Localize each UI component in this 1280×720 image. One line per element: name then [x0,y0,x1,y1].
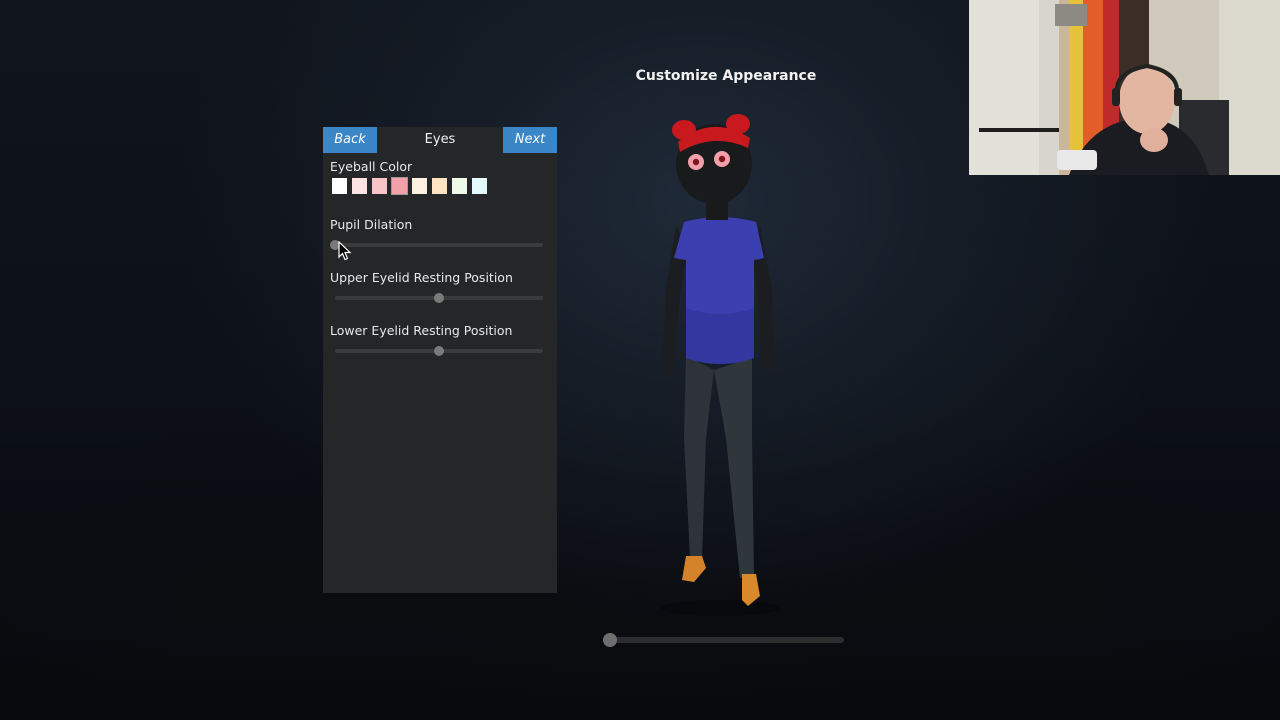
slider-track [603,637,844,643]
upper-eyelid-label: Upper Eyelid Resting Position [330,270,513,285]
eyeball-color-swatch[interactable] [452,178,467,194]
character-model [660,114,780,616]
back-button[interactable]: Back [323,127,377,153]
streamer-webcam-overlay [969,0,1280,175]
lower-eyelid-slider[interactable] [335,346,543,356]
eyeball-color-swatch[interactable] [391,177,408,195]
panel-header: Back Eyes Next [323,127,557,153]
eyeball-color-swatch[interactable] [332,178,347,194]
eyeball-color-swatch[interactable] [412,178,427,194]
eyeball-color-swatch[interactable] [372,178,387,194]
next-button[interactable]: Next [503,127,557,153]
slider-knob[interactable] [434,293,444,303]
eyeball-color-label: Eyeball Color [330,159,413,174]
upper-eyelid-slider[interactable] [335,293,543,303]
character-rotation-slider[interactable] [603,633,844,647]
slider-knob[interactable] [434,346,444,356]
eyeball-color-swatch[interactable] [472,178,487,194]
panel-title: Eyes [424,132,456,147]
slider-knob[interactable] [603,633,618,647]
mouse-pointer-icon [338,241,352,261]
eyeball-color-swatch[interactable] [432,178,447,194]
pupil-dilation-slider[interactable] [330,240,543,250]
eyes-customization-panel: Back Eyes Next Eyeball Color Pupil Dilat… [323,127,557,593]
slider-track [335,243,543,247]
pupil-dilation-label: Pupil Dilation [330,217,413,232]
eyeball-color-swatch[interactable] [352,178,367,194]
screen-title: Customize Appearance [635,68,817,84]
lower-eyelid-label: Lower Eyelid Resting Position [330,323,513,338]
